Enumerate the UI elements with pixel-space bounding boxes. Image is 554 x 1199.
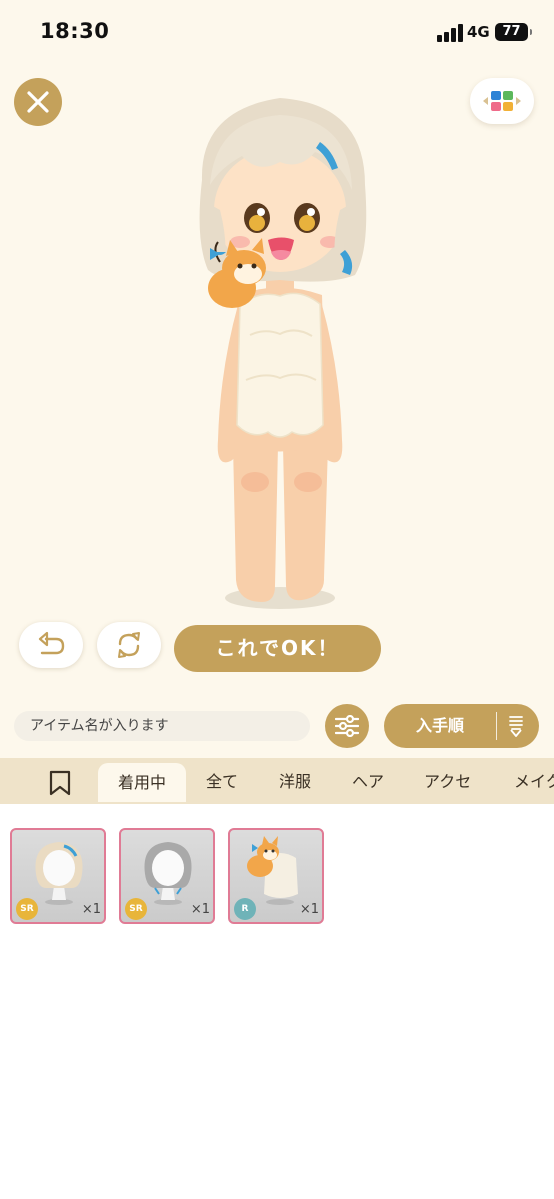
avatar-character — [199, 98, 367, 609]
sort-order-button[interactable]: 入手順 — [384, 704, 539, 748]
rarity-badge: R — [234, 898, 256, 920]
item-card[interactable]: SR ×1 — [119, 828, 215, 924]
item-card[interactable]: SR ×1 — [10, 828, 106, 924]
close-icon — [27, 91, 49, 113]
randomize-button[interactable] — [97, 622, 161, 668]
tab-bar-edge — [0, 802, 554, 804]
cat-fluffy-outfit-icon — [247, 836, 298, 905]
item-quantity: ×1 — [299, 902, 319, 917]
sort-direction-icon[interactable] — [508, 715, 524, 737]
sort-divider — [496, 712, 497, 740]
item-quantity: ×1 — [81, 902, 101, 917]
tab-clothes[interactable]: 洋服 — [279, 758, 311, 802]
status-time: 18:30 — [40, 19, 110, 43]
tab-wearing[interactable]: 着用中 — [98, 763, 186, 802]
ok-button[interactable]: これでOK！ — [174, 625, 381, 672]
grid-colors-icon — [483, 91, 521, 111]
battery-icon: 77 — [495, 23, 532, 41]
sort-order-label: 入手順 — [415, 716, 464, 735]
layout-toggle-button[interactable] — [470, 78, 534, 124]
status-bar: 18:30 4G 77 — [0, 0, 554, 62]
sliders-icon — [335, 715, 359, 737]
item-card[interactable]: R ×1 — [228, 828, 324, 924]
tab-accessories[interactable]: アクセ — [424, 758, 471, 802]
undo-button[interactable] — [19, 622, 83, 668]
rarity-badge: SR — [125, 898, 147, 920]
blonde-hair-icon — [35, 842, 83, 905]
item-quantity: ×1 — [190, 902, 210, 917]
gray-hair-icon — [144, 842, 192, 905]
refresh-icon — [118, 632, 140, 658]
filter-button[interactable] — [325, 704, 369, 748]
undo-icon — [38, 631, 65, 655]
tab-all[interactable]: 全て — [206, 758, 238, 802]
network-type: 4G — [467, 23, 490, 41]
item-search-input[interactable] — [14, 711, 310, 741]
tab-hair[interactable]: ヘア — [352, 758, 384, 802]
signal-icon — [437, 24, 463, 42]
close-button[interactable] — [14, 78, 62, 126]
battery-level: 77 — [502, 24, 521, 39]
rarity-badge: SR — [16, 898, 38, 920]
bookmark-icon[interactable] — [49, 770, 71, 796]
tab-makeup[interactable]: メイク — [514, 758, 554, 802]
